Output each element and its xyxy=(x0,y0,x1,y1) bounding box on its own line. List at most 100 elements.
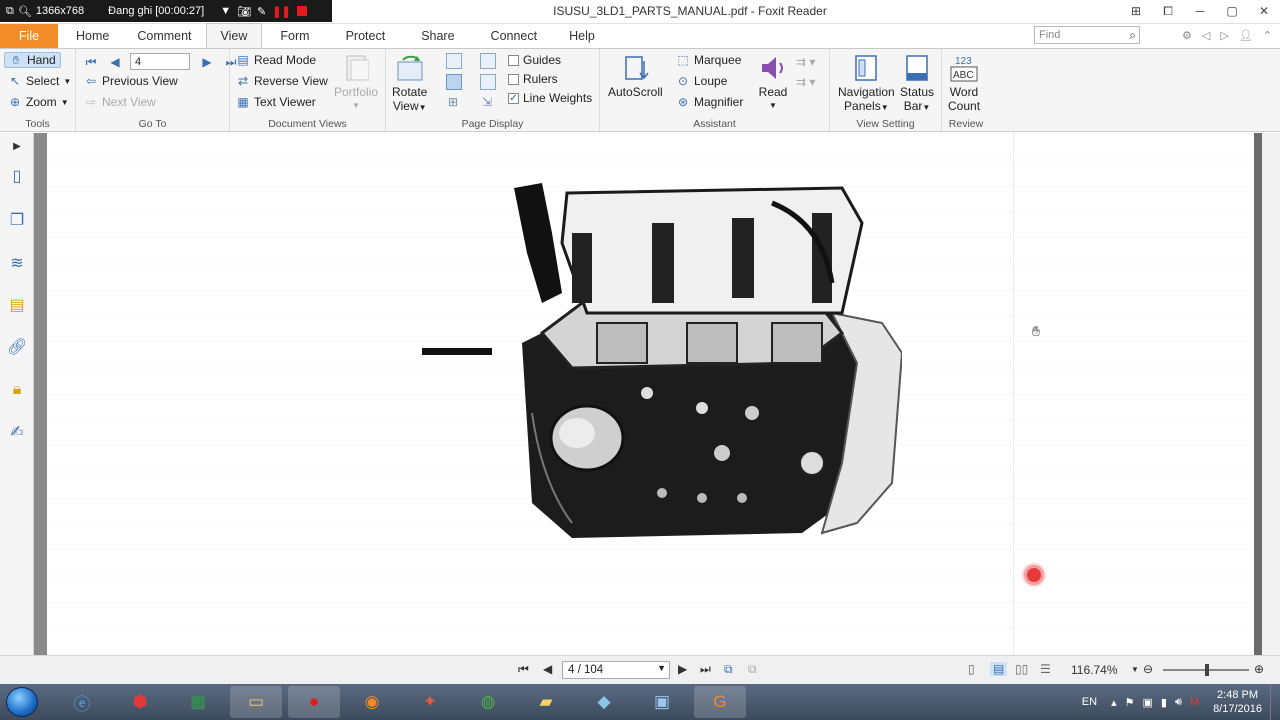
show-desktop-button[interactable] xyxy=(1270,684,1280,720)
rulers-checkbox[interactable]: Rulers xyxy=(508,72,558,86)
text-viewer-button[interactable]: ▦ Text Viewer xyxy=(236,95,315,109)
last-page-icon[interactable]: ⏭ xyxy=(700,662,711,677)
security-icon[interactable]: 🔒︎ xyxy=(7,380,27,400)
recorder-resolution[interactable]: ⧉ 🔍︎ 1366x768 xyxy=(6,5,84,18)
maximize-button[interactable]: ▢ xyxy=(1216,0,1248,22)
find-input[interactable]: Find ⌕ xyxy=(1034,26,1140,44)
page-transition-icon[interactable]: ⇲ xyxy=(480,95,494,109)
layers-icon[interactable]: ≋ xyxy=(7,254,27,274)
previous-page-icon[interactable]: ◀ xyxy=(543,662,552,676)
clock[interactable]: 2:48 PM 8/17/2016 xyxy=(1203,688,1270,716)
word-count-button[interactable]: 123 ABC Word Count xyxy=(948,53,980,113)
zoom-in-icon[interactable]: ⊕ xyxy=(1254,662,1264,676)
internet-explorer-icon[interactable]: ⓔ xyxy=(56,686,108,718)
close-button[interactable]: ✕ xyxy=(1248,0,1280,22)
firefox-icon[interactable]: ◉ xyxy=(346,686,398,718)
signatures-icon[interactable]: ✍︎ xyxy=(7,423,27,443)
guides-checkbox[interactable]: Guides xyxy=(508,53,561,67)
read-button[interactable]: Read ▼ xyxy=(758,53,788,113)
tab-share[interactable]: Share xyxy=(403,24,472,48)
attachments-icon[interactable]: 🔗︎ xyxy=(7,338,27,358)
network-icon[interactable]: ▮ xyxy=(1161,696,1167,709)
hand-tool-button[interactable]: ✋︎ Hand xyxy=(4,52,61,68)
restore-icon[interactable]: ⧠ xyxy=(1152,0,1184,22)
pause-icon[interactable]: ❚❚ xyxy=(272,5,290,18)
search-icon[interactable]: ⌕ xyxy=(1129,28,1136,43)
single-page-view-icon[interactable]: ▯ xyxy=(968,662,975,676)
read-mode-button[interactable]: ▤ Read Mode xyxy=(236,53,316,67)
continuous-facing-view-icon[interactable]: ☰ xyxy=(1040,662,1051,676)
network-app-icon[interactable]: ◍ xyxy=(462,686,514,718)
minimize-button[interactable]: ─ xyxy=(1184,0,1216,22)
navigation-panels-button[interactable]: Navigation Panels▼ xyxy=(838,53,895,115)
line-weights-checkbox[interactable]: ✓ Line Weights xyxy=(508,91,592,105)
autoscroll-button[interactable]: AutoScroll xyxy=(608,53,663,99)
zoom-tool-button[interactable]: ⊕ Zoom ▼ xyxy=(8,95,69,109)
comments-icon[interactable]: ▤ xyxy=(7,296,27,316)
acrobat-icon[interactable]: ⬢ xyxy=(114,686,166,718)
portfolio-button[interactable]: Portfolio ▼ xyxy=(334,53,378,113)
zoom-level[interactable]: 116.74% xyxy=(1071,663,1117,677)
zoom-dropdown-icon[interactable]: ▼ xyxy=(1131,665,1139,674)
read-options-icon[interactable]: ⇉ ▾ xyxy=(796,55,815,69)
reverse-view-button[interactable]: ⇄ Reverse View xyxy=(236,74,328,88)
next-page-icon[interactable]: ▶ xyxy=(200,55,214,69)
continuous-facing-icon[interactable] xyxy=(480,74,496,90)
collapse-ribbon-icon[interactable]: ⌃ xyxy=(1263,29,1272,42)
excel-icon[interactable]: ▦ xyxy=(172,686,224,718)
rotate-view-button[interactable]: Rotate View▼ xyxy=(392,53,427,115)
bookmarks-icon[interactable]: ▯ xyxy=(7,167,27,187)
tab-connect[interactable]: Connect xyxy=(473,24,556,48)
marquee-button[interactable]: ⬚ Marquee xyxy=(676,53,741,67)
page-number-input[interactable]: 4 xyxy=(130,53,190,70)
previous-page-icon[interactable]: ◀ xyxy=(108,55,122,69)
remote-desktop-icon[interactable]: ▣ xyxy=(636,686,688,718)
recorder-icon[interactable]: ● xyxy=(288,686,340,718)
file-explorer-icon[interactable]: ▭ xyxy=(230,686,282,718)
scrollbar-track[interactable] xyxy=(1254,133,1262,655)
continuous-view-icon[interactable]: ▤ xyxy=(990,662,1008,676)
start-button[interactable] xyxy=(6,687,38,717)
tab-protect[interactable]: Protect xyxy=(328,24,404,48)
sticky-notes-icon[interactable]: ▰ xyxy=(520,686,572,718)
tab-comment[interactable]: Comment xyxy=(123,24,205,48)
zoom-slider-handle[interactable] xyxy=(1205,664,1209,676)
document-page[interactable]: ✋︎ xyxy=(47,133,1254,655)
first-page-icon[interactable]: ⏮ xyxy=(518,662,529,677)
page-selector[interactable]: 4 / 104 ▼ xyxy=(562,661,670,679)
ribbon-layout-icon[interactable]: ⊞ xyxy=(1120,0,1152,22)
device-icon[interactable]: ▣ xyxy=(1142,696,1152,709)
continuous-icon[interactable] xyxy=(446,74,462,90)
show-hidden-icon[interactable]: ▴ xyxy=(1111,696,1117,709)
next-view-button[interactable]: ⇨ Next View xyxy=(84,95,156,109)
facing-view-icon[interactable]: ▯▯ xyxy=(1015,662,1028,676)
fit-page-icon[interactable]: ⧉ xyxy=(724,662,733,677)
mail-icon[interactable]: M xyxy=(1190,696,1199,708)
previous-view-button[interactable]: ⇦ Previous View xyxy=(84,74,178,88)
language-indicator[interactable]: EN xyxy=(1082,696,1097,708)
tab-view[interactable]: View xyxy=(205,23,263,48)
pages-icon[interactable]: ❐ xyxy=(7,211,27,231)
tab-form[interactable]: Form xyxy=(262,24,327,48)
app-icon[interactable]: ✦ xyxy=(404,686,456,718)
dropdown-icon[interactable]: ▼ xyxy=(220,5,231,17)
gear-icon[interactable]: ⚙ xyxy=(1182,29,1192,42)
tab-home[interactable]: Home xyxy=(62,24,123,48)
read-settings-icon[interactable]: ⇉ ▾ xyxy=(796,75,815,89)
expand-panel-icon[interactable]: ▶ xyxy=(7,137,27,157)
tab-help[interactable]: Help xyxy=(555,24,609,48)
status-bar-button[interactable]: Status Bar▼ xyxy=(900,53,934,115)
forward-icon[interactable]: ▷ xyxy=(1220,29,1228,42)
fit-width-icon[interactable]: ⧉ xyxy=(748,662,757,677)
volume-icon[interactable]: 🔊︎ xyxy=(1175,696,1182,709)
separate-cover-icon[interactable]: ⊞ xyxy=(446,95,460,109)
select-tool-button[interactable]: ↖ Select ▼ xyxy=(8,74,71,88)
tab-file[interactable]: File xyxy=(0,24,58,48)
pen-icon[interactable]: ✎ xyxy=(257,5,266,18)
back-icon[interactable]: ◁ xyxy=(1202,29,1210,42)
camera-icon[interactable]: 📷︎ xyxy=(237,5,251,18)
loupe-button[interactable]: ⊙ Loupe xyxy=(676,74,727,88)
app-cube-icon[interactable]: ◆ xyxy=(578,686,630,718)
magnifier-button[interactable]: ⊛ Magnifier xyxy=(676,95,743,109)
zoom-out-icon[interactable]: ⊖ xyxy=(1143,662,1153,676)
